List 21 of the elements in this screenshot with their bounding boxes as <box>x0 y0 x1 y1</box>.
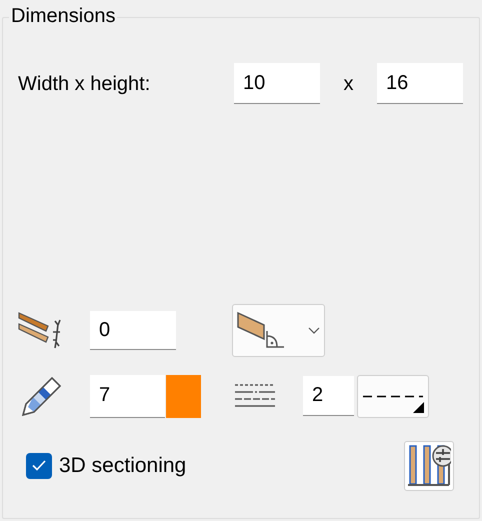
section-bars-icon <box>407 444 451 488</box>
checkmark-icon <box>32 460 46 471</box>
section-settings-button[interactable] <box>404 440 454 490</box>
chevron-down-icon <box>308 326 320 334</box>
size-label: Width x height: <box>18 72 152 96</box>
pen-field[interactable]: 7 <box>90 374 165 418</box>
wall-angle-icon <box>236 310 286 350</box>
height-field[interactable]: 16 <box>377 63 463 104</box>
separator-label: x <box>342 72 354 96</box>
angle-dropdown[interactable] <box>232 304 325 357</box>
dashed-line-icon <box>363 394 423 398</box>
width-field[interactable]: 10 <box>234 63 320 104</box>
color-swatch[interactable] <box>166 374 201 418</box>
pencil-icon <box>22 376 62 416</box>
offset-field[interactable]: 0 <box>90 311 176 350</box>
checkbox-label: 3D sectioning <box>59 452 186 479</box>
checkbox[interactable] <box>26 452 52 478</box>
line-style-dropdown[interactable] <box>357 374 429 418</box>
line-field[interactable]: 2 <box>303 376 354 416</box>
corner-triangle-icon <box>413 402 424 412</box>
line-type-icon <box>235 383 275 409</box>
